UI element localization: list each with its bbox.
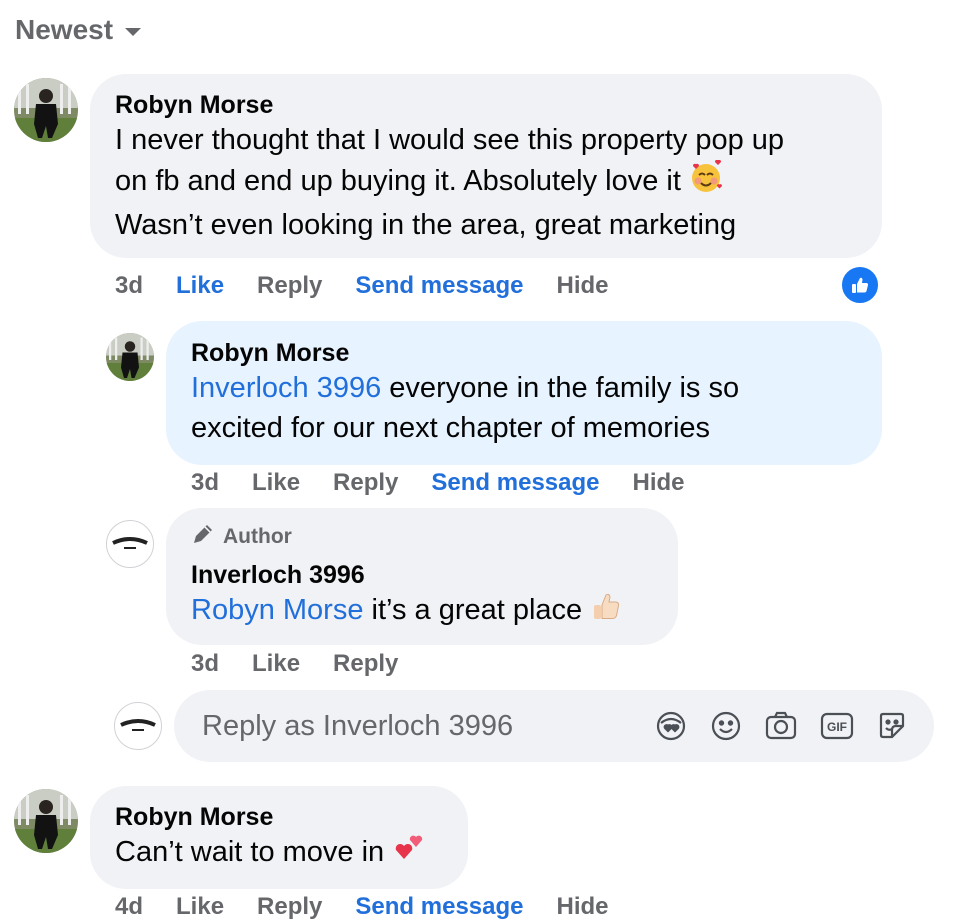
reply-button[interactable]: Reply xyxy=(257,893,322,921)
sort-label: Newest xyxy=(15,14,114,45)
comment-text: Robyn Morse it’s a great place xyxy=(191,590,653,633)
avatar-sticker-icon[interactable] xyxy=(654,709,688,743)
author-badge: Author xyxy=(191,522,653,552)
comment-actions: 4d Like Reply Send message Hide xyxy=(115,893,642,921)
comment-text: Inverloch 3996 everyone in the family is… xyxy=(191,372,740,444)
pencil-icon xyxy=(191,522,215,552)
composer-tools: GIF xyxy=(654,709,908,743)
timestamp[interactable]: 3d xyxy=(191,650,219,678)
like-icon[interactable] xyxy=(840,265,880,305)
comment-author[interactable]: Robyn Morse xyxy=(191,338,857,368)
send-message-button[interactable]: Send message xyxy=(355,272,523,300)
sort-dropdown[interactable]: Newest xyxy=(15,14,142,46)
comment-author[interactable]: Robyn Morse xyxy=(115,802,443,832)
like-button[interactable]: Like xyxy=(252,650,300,678)
comment-actions: 3d Like Reply Send message Hide xyxy=(115,272,642,300)
send-message-button[interactable]: Send message xyxy=(355,893,523,921)
svg-text:GIF: GIF xyxy=(827,720,847,734)
mention-link[interactable]: Inverloch 3996 xyxy=(191,372,381,404)
reply-button[interactable]: Reply xyxy=(333,650,398,678)
avatar[interactable] xyxy=(14,789,78,853)
avatar[interactable] xyxy=(106,333,154,381)
reply-button[interactable]: Reply xyxy=(333,469,398,497)
avatar[interactable] xyxy=(14,78,78,142)
comment-text: I never thought that I would see this pr… xyxy=(115,124,785,241)
chevron-down-icon xyxy=(125,28,142,36)
like-button[interactable]: Like xyxy=(176,893,224,921)
like-button[interactable]: Like xyxy=(176,272,224,300)
hide-button[interactable]: Hide xyxy=(557,272,609,300)
hide-button[interactable]: Hide xyxy=(633,469,685,497)
sticker-icon[interactable] xyxy=(876,710,908,742)
comment-bubble: Robyn Morse I never thought that I would… xyxy=(90,74,882,258)
timestamp[interactable]: 3d xyxy=(115,272,143,300)
comment-actions: 3d Like Reply Send message Hide xyxy=(191,469,718,497)
emoji-icon[interactable] xyxy=(710,710,742,742)
reply-button[interactable]: Reply xyxy=(257,272,322,300)
reply-input[interactable] xyxy=(200,708,654,744)
two-hearts-icon xyxy=(392,832,426,875)
page-logo-avatar[interactable] xyxy=(106,520,154,568)
gif-icon[interactable]: GIF xyxy=(820,711,854,741)
comment-actions: 3d Like Reply xyxy=(191,650,431,678)
send-message-button[interactable]: Send message xyxy=(431,469,599,497)
page-logo-avatar xyxy=(114,702,162,750)
thumbs-up-emoji-icon xyxy=(590,590,622,633)
comment-bubble: Robyn Morse Inverloch 3996 everyone in t… xyxy=(166,321,882,465)
like-button[interactable]: Like xyxy=(252,469,300,497)
camera-icon[interactable] xyxy=(764,710,798,742)
comment-author[interactable]: Inverloch 3996 xyxy=(191,560,653,590)
comment-text: Can’t wait to move in xyxy=(115,832,443,875)
comment-bubble: Robyn Morse Can’t wait to move in xyxy=(90,786,468,889)
reply-composer: GIF xyxy=(174,690,934,762)
timestamp[interactable]: 3d xyxy=(191,469,219,497)
smiling-face-with-hearts-icon xyxy=(689,159,723,205)
hide-button[interactable]: Hide xyxy=(557,893,609,921)
timestamp[interactable]: 4d xyxy=(115,893,143,921)
comment-author[interactable]: Robyn Morse xyxy=(115,90,857,120)
comment-bubble: Author Inverloch 3996 Robyn Morse it’s a… xyxy=(166,508,678,645)
mention-link[interactable]: Robyn Morse xyxy=(191,594,363,626)
